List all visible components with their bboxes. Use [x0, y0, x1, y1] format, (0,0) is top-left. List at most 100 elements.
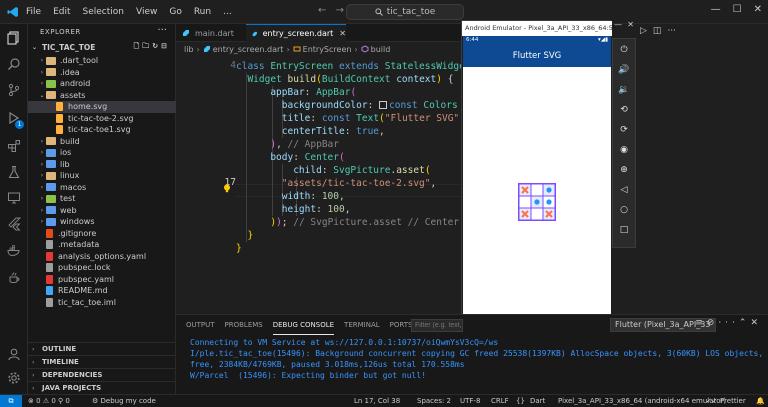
volume-down-icon[interactable]: 🔉	[613, 81, 635, 99]
emulator-minimize-icon[interactable]: —	[614, 20, 622, 34]
tree-item[interactable]: tic-tac-toe-2.svg	[28, 113, 176, 125]
tree-item[interactable]: tic-tac-toe1.svg	[28, 124, 176, 136]
section-outline[interactable]: › OUTLINE	[28, 342, 176, 355]
panel-tab-debug-console[interactable]: DEBUG CONSOLE	[272, 315, 335, 335]
debug-console-output[interactable]: Connecting to VM Service at ws://127.0.0…	[190, 337, 764, 381]
panel-tab-terminal[interactable]: TERMINAL	[344, 315, 380, 335]
home-icon[interactable]: ○	[613, 201, 635, 219]
docker-activity[interactable]	[0, 238, 28, 262]
indentation[interactable]: Spaces: 2	[417, 395, 451, 407]
manage-activity[interactable]	[0, 366, 28, 390]
menu-more[interactable]: ...	[223, 7, 232, 17]
java-activity[interactable]	[0, 266, 28, 290]
tree-item[interactable]: › lib	[28, 159, 176, 171]
zoom-in-icon[interactable]: ⊕	[613, 161, 635, 179]
menu-selection[interactable]: Selection	[83, 7, 124, 17]
panel-tab-output[interactable]: OUTPUT	[186, 315, 215, 335]
close-icon[interactable]: ✕	[339, 29, 346, 38]
source-control-activity[interactable]	[0, 78, 28, 102]
collapse-icon[interactable]: ⊟	[161, 42, 170, 50]
search-activity[interactable]	[0, 52, 28, 76]
close-window-icon[interactable]: ✕	[754, 4, 762, 15]
explorer-activity[interactable]	[0, 26, 28, 50]
remote-indicator-icon[interactable]: ⧉	[0, 395, 22, 407]
volume-up-icon[interactable]: 🔊	[613, 61, 635, 79]
cursor-position[interactable]: Ln 17, Col 38	[354, 395, 400, 407]
section-dependencies[interactable]: › DEPENDENCIES	[28, 368, 176, 381]
prettier-indicator[interactable]: ✓✓ Prettier	[706, 395, 746, 407]
phone-screen[interactable]: 6:44 ▾◢▮ Flutter SVG	[463, 36, 611, 337]
breadcrumb-lib[interactable]: lib	[184, 45, 194, 54]
tree-item[interactable]: ⌄ assets	[28, 90, 176, 102]
tree-item[interactable]: analysis_options.yaml	[28, 251, 176, 263]
more-actions-icon[interactable]: ···	[157, 25, 167, 36]
rotate-left-icon[interactable]: ⟲	[613, 101, 635, 119]
more-icon[interactable]: ···	[718, 318, 739, 328]
refresh-icon[interactable]: ↻	[152, 42, 161, 50]
power-icon[interactable]: ⏻	[613, 41, 635, 59]
accounts-activity[interactable]	[0, 342, 28, 366]
encoding[interactable]: UTF-8	[460, 395, 480, 407]
tree-item[interactable]: README.md	[28, 285, 176, 297]
extensions-activity[interactable]	[0, 134, 28, 158]
tab-entry-screen-dart[interactable]: entry_screen.dart ✕	[246, 24, 346, 42]
section-java-projects[interactable]: › JAVA PROJECTS	[28, 381, 176, 394]
end-of-line[interactable]: CRLF	[491, 395, 509, 407]
language-mode[interactable]: Dart	[530, 395, 545, 407]
tree-item[interactable]: › ios	[28, 147, 176, 159]
back-icon[interactable]: ◁	[613, 181, 635, 199]
breadcrumb-class[interactable]: EntryScreen	[303, 45, 352, 54]
tree-item[interactable]: › macos	[28, 182, 176, 194]
project-header[interactable]: ⌄ TIC_TAC_TOE 🗋🗀↻⊟	[32, 41, 176, 54]
rotate-right-icon[interactable]: ⟳	[613, 121, 635, 139]
tree-item[interactable]: › web	[28, 205, 176, 217]
tree-item[interactable]: › windows	[28, 216, 176, 228]
menu-run[interactable]: Run	[194, 7, 211, 17]
new-folder-icon[interactable]: 🗀	[142, 42, 152, 50]
maximize-panel-icon[interactable]: ⌃	[739, 318, 751, 328]
minimize-icon[interactable]: —	[711, 4, 721, 15]
run-debug-activity[interactable]: 1	[0, 106, 28, 130]
command-center-search[interactable]: tic_tac_toe	[346, 4, 464, 20]
tree-item[interactable]: pubspec.yaml	[28, 274, 176, 286]
flutter-device[interactable]: Pixel_3a_API_33_x86_64 (android-x64 emul…	[558, 395, 726, 407]
tree-item[interactable]: › build	[28, 136, 176, 148]
camera-icon[interactable]: ◉	[613, 141, 635, 159]
close-panel-icon[interactable]: ✕	[750, 318, 762, 328]
more-actions-icon[interactable]: ···	[667, 26, 676, 36]
split-editor-icon[interactable]: ◫	[653, 26, 662, 36]
flutter-activity[interactable]	[0, 212, 28, 236]
clear-icon[interactable]: ⊘	[707, 318, 719, 328]
lightbulb-icon[interactable]	[223, 184, 231, 193]
code-editor[interactable]: class EntryScreen extends StatelessWidge…	[236, 56, 462, 314]
new-file-icon[interactable]: 🗋	[134, 42, 143, 50]
breadcrumb-method[interactable]: build	[371, 45, 391, 54]
problems-indicator[interactable]: ⊗ 0 ⚠ 0 ⚲ 0	[28, 395, 70, 407]
notifications-bell-icon[interactable]: 🔔	[756, 395, 765, 407]
tree-item[interactable]: .gitignore	[28, 228, 176, 240]
tree-item[interactable]: pubspec.lock	[28, 262, 176, 274]
remote-explorer-activity[interactable]	[0, 186, 28, 210]
breadcrumb-file[interactable]: entry_screen.dart	[213, 45, 284, 54]
tree-item[interactable]: tic_tac_toe.iml	[28, 297, 176, 309]
menu-view[interactable]: View	[136, 7, 157, 17]
tab-main-dart[interactable]: main.dart	[176, 24, 246, 42]
run-icon[interactable]: ▷	[640, 26, 647, 36]
panel-tab-ports[interactable]: PORTS	[390, 315, 413, 335]
tree-item[interactable]: › test	[28, 193, 176, 205]
tree-item[interactable]: › .idea	[28, 67, 176, 79]
testing-activity[interactable]	[0, 160, 28, 184]
tree-item[interactable]: › android	[28, 78, 176, 90]
forward-arrow-icon[interactable]: →	[336, 5, 344, 16]
debug-config[interactable]: ⚙ Debug my code	[92, 395, 156, 407]
menu-file[interactable]: File	[26, 7, 41, 17]
tree-item[interactable]: › linux	[28, 170, 176, 182]
tree-item[interactable]: home.svg	[28, 101, 176, 113]
emulator-close-icon[interactable]: ✕	[627, 20, 634, 34]
filter-input[interactable]	[411, 319, 463, 332]
lock-icon[interactable]: ≡	[695, 318, 707, 328]
panel-tab-problems[interactable]: PROBLEMS	[225, 315, 263, 335]
overview-icon[interactable]: □	[613, 221, 635, 239]
maximize-icon[interactable]: ☐	[733, 4, 742, 15]
tree-item[interactable]: › .dart_tool	[28, 55, 176, 67]
